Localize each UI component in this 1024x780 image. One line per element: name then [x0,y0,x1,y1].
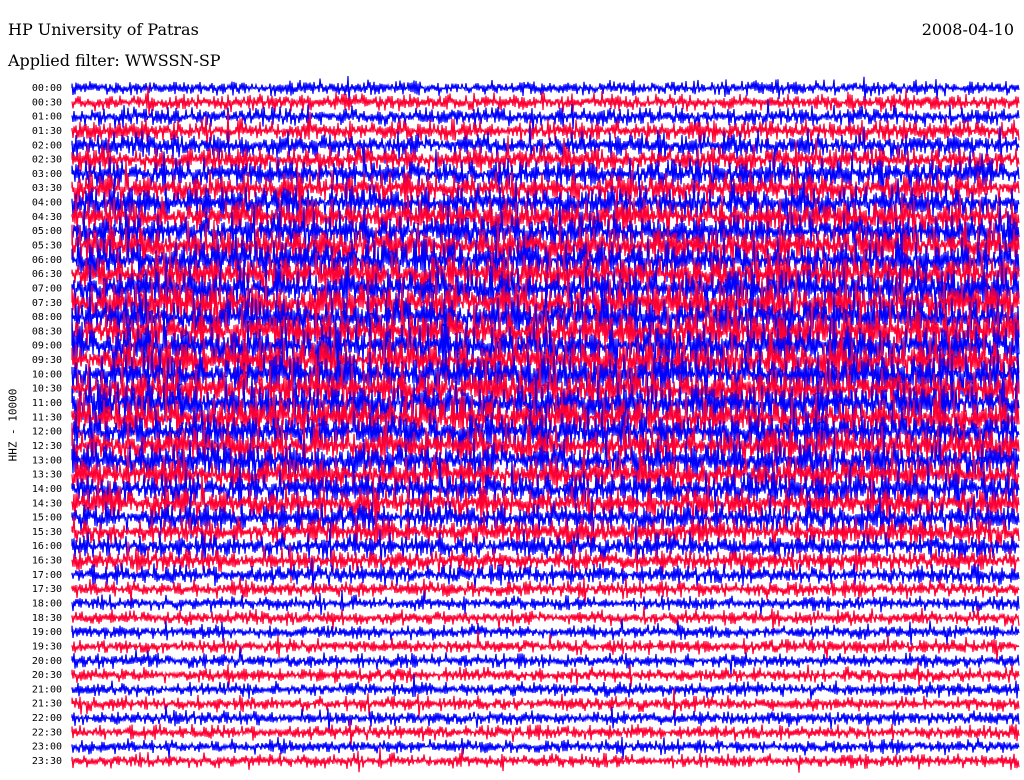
row-label: 13:30 [32,470,62,481]
row-label: 15:30 [32,527,62,538]
row-label: 07:00 [32,284,62,295]
row-label: 01:00 [32,112,62,123]
row-label: 10:00 [32,369,62,380]
trace-row-2000 [71,646,1020,675]
row-label: 21:00 [32,684,62,695]
trace-row-2300 [71,736,1020,760]
row-label: 04:00 [32,198,62,209]
row-label: 05:30 [32,241,62,252]
row-label: 00:00 [32,83,62,94]
row-label: 22:30 [32,727,62,738]
row-label: 09:00 [32,341,62,352]
row-label: 13:00 [32,455,62,466]
row-label: 03:30 [32,183,62,194]
row-label: 20:30 [32,670,62,681]
row-label: 19:00 [32,627,62,638]
row-label: 19:30 [32,641,62,652]
trace-row-2030 [71,662,1020,688]
row-label: 02:00 [32,140,62,151]
row-label: 01:30 [32,126,62,137]
row-label: 09:30 [32,355,62,366]
trace-row-1800 [71,590,1020,616]
row-label: 23:30 [32,756,62,767]
row-label: 06:30 [32,269,62,280]
row-label: 18:00 [32,599,62,610]
row-label: 08:30 [32,326,62,337]
row-label: 16:30 [32,556,62,567]
row-label: 20:00 [32,656,62,667]
row-label: 08:00 [32,312,62,323]
row-label: 12:30 [32,441,62,452]
row-label: 12:00 [32,427,62,438]
row-label: 11:30 [32,412,62,423]
helicorder-plot: 00:00 00:30 01:00 01:30 02:00 02:30 03:00 03:30… [32,75,1020,773]
row-label: 22:00 [32,713,62,724]
row-label: 03:00 [32,169,62,180]
row-label: 07:30 [32,298,62,309]
row-label: 18:30 [32,613,62,624]
row-label: 17:30 [32,584,62,595]
trace-row-1830 [71,606,1020,630]
row-label: 14:30 [32,498,62,509]
trace-group [71,75,1020,773]
row-label: 10:30 [32,384,62,395]
row-label: 15:00 [32,513,62,524]
row-label: 11:00 [32,398,62,409]
row-label: 04:30 [32,212,62,223]
row-label: 06:00 [32,255,62,266]
row-label: 23:00 [32,742,62,753]
row-label: 21:30 [32,699,62,710]
row-label: 00:30 [32,97,62,108]
row-label: 05:00 [32,226,62,237]
row-label: 14:00 [32,484,62,495]
row-label: 16:00 [32,541,62,552]
trace-row-2330 [71,748,1020,773]
row-label: 17:00 [32,570,62,581]
row-label: 02:30 [32,155,62,166]
row-label-group: 00:00 00:30 01:00 01:30 02:00 02:30 03:00 03:30… [32,83,62,767]
